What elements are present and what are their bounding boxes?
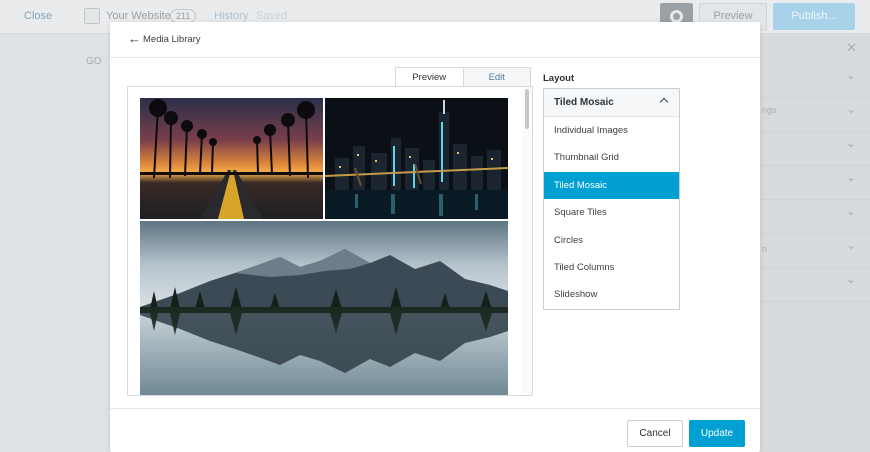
tab-edit[interactable]: Edit bbox=[462, 68, 530, 87]
site-icon bbox=[84, 8, 100, 24]
settings-label-fragment: ngs bbox=[762, 105, 777, 115]
saved-status: Saved bbox=[256, 10, 288, 22]
gallery-settings-modal: ← Media Library Preview Edit Layout Tile… bbox=[110, 22, 760, 452]
settings-row[interactable] bbox=[760, 98, 870, 132]
settings-row[interactable] bbox=[760, 200, 870, 234]
preview-scrollbar[interactable] bbox=[522, 87, 532, 395]
settings-row[interactable] bbox=[760, 268, 870, 302]
layout-dropdown[interactable]: Tiled Mosaic Individual Images Thumbnail… bbox=[543, 88, 680, 310]
back-arrow-icon[interactable]: ← bbox=[128, 32, 141, 46]
gallery-image-city-skyline[interactable] bbox=[325, 98, 508, 219]
layout-option-tiled-mosaic[interactable]: Tiled Mosaic bbox=[544, 171, 679, 200]
layout-dropdown-toggle[interactable]: Tiled Mosaic bbox=[544, 89, 679, 117]
chevron-up-icon bbox=[659, 97, 669, 107]
layout-option-slideshow[interactable]: Slideshow bbox=[544, 281, 679, 308]
layout-option-circles[interactable]: Circles bbox=[544, 227, 679, 254]
layout-option-individual-images[interactable]: Individual Images bbox=[544, 117, 679, 144]
close-icon[interactable]: ✕ bbox=[846, 40, 857, 56]
settings-row[interactable] bbox=[760, 166, 870, 200]
gallery-preview bbox=[127, 86, 533, 396]
publish-button[interactable]: Publish... bbox=[773, 3, 855, 30]
editor-left-panel bbox=[0, 34, 110, 452]
history-link[interactable]: History bbox=[214, 10, 248, 22]
preview-edit-tabs: Preview Edit bbox=[395, 67, 531, 87]
scrollbar-thumb[interactable] bbox=[525, 89, 529, 129]
editor-close-link[interactable]: Close bbox=[24, 10, 52, 22]
modal-footer: Cancel Update bbox=[110, 408, 760, 452]
layout-label: Layout bbox=[543, 73, 575, 84]
go-label: GO bbox=[86, 56, 102, 67]
layout-option-thumbnail-grid[interactable]: Thumbnail Grid bbox=[544, 144, 679, 171]
layout-selected-value: Tiled Mosaic bbox=[554, 97, 614, 108]
settings-row[interactable] bbox=[760, 64, 870, 98]
site-name: Your Website bbox=[106, 10, 171, 22]
update-button[interactable]: Update bbox=[689, 420, 745, 447]
layout-option-tiled-columns[interactable]: Tiled Columns bbox=[544, 254, 679, 281]
site-count-badge: 211 bbox=[170, 9, 197, 23]
modal-header: ← Media Library bbox=[110, 22, 760, 58]
cancel-button[interactable]: Cancel bbox=[627, 420, 683, 447]
settings-row[interactable] bbox=[760, 234, 870, 268]
gallery-image-sunset-road[interactable] bbox=[140, 98, 323, 219]
tab-preview[interactable]: Preview bbox=[396, 68, 463, 87]
layout-option-square-tiles[interactable]: Square Tiles bbox=[544, 199, 679, 226]
settings-label-fragment: n bbox=[762, 244, 768, 254]
gallery-image-mountain-lake[interactable] bbox=[140, 221, 508, 395]
back-to-media-library-link[interactable]: Media Library bbox=[143, 34, 201, 45]
settings-row[interactable] bbox=[760, 132, 870, 166]
